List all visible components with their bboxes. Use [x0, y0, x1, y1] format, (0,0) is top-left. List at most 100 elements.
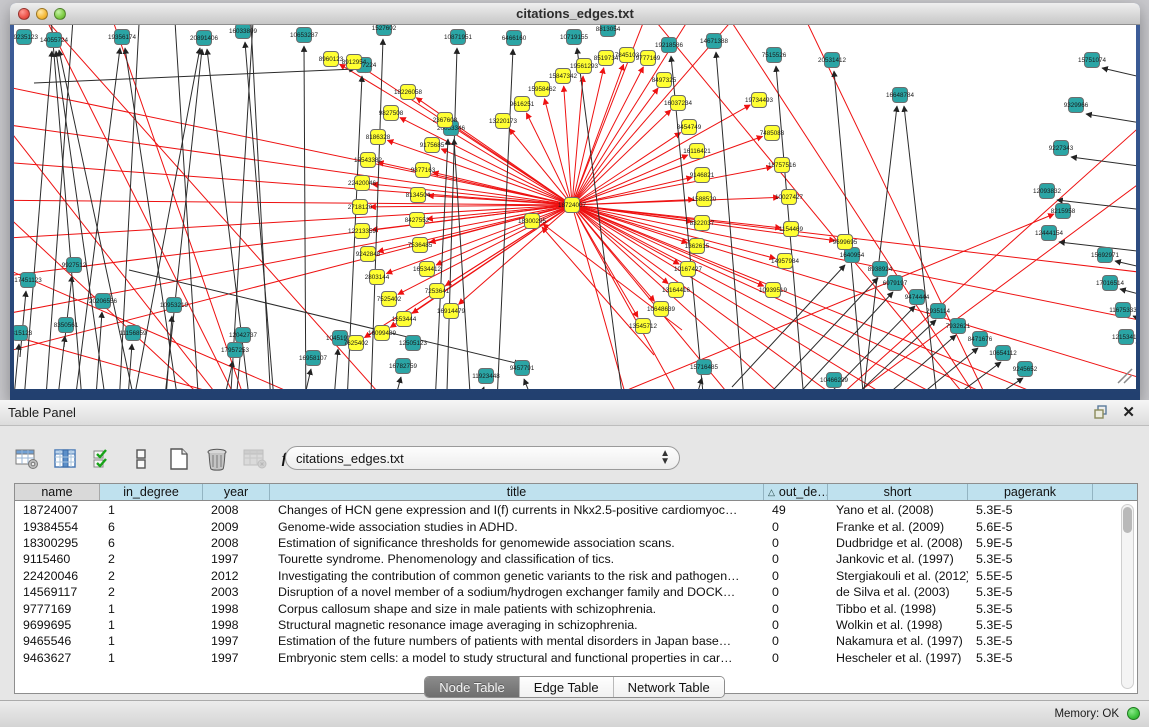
cell[interactable]: 18724007	[15, 502, 100, 518]
cell[interactable]: 0	[764, 535, 828, 551]
cell[interactable]: de Silva et al. (2003)	[828, 584, 968, 600]
network-canvas[interactable]: 1923512314055724193561742089140616033809…	[14, 25, 1136, 389]
cell[interactable]: 5.3E-5	[968, 502, 1093, 518]
cell[interactable]: Estimation of the future numbers of pati…	[270, 633, 764, 649]
column-header-name[interactable]: name	[15, 484, 100, 500]
cell[interactable]: Nakamura et al. (1997)	[828, 633, 968, 649]
cell[interactable]: 0	[764, 633, 828, 649]
cell[interactable]: 2	[100, 584, 203, 600]
table-dropdown[interactable]: citations_edges.txt ▲▼	[285, 446, 680, 470]
cell[interactable]: 5.3E-5	[968, 551, 1093, 567]
cell[interactable]: 19384554	[15, 518, 100, 534]
table-row[interactable]: 977716911998Corpus callosum shape and si…	[15, 600, 1120, 616]
cell[interactable]: 1997	[203, 633, 270, 649]
table-row[interactable]: 2242004622012Investigating the contribut…	[15, 568, 1120, 584]
float-panel-icon[interactable]	[1094, 405, 1109, 420]
resize-grip-icon[interactable]	[1118, 369, 1132, 383]
cell[interactable]: 0	[764, 568, 828, 584]
cell[interactable]: 5.3E-5	[968, 633, 1093, 649]
cell[interactable]: 6	[100, 535, 203, 551]
cell[interactable]: Genome-wide association studies in ADHD.	[270, 518, 764, 534]
cell[interactable]: Structural magnetic resonance image aver…	[270, 617, 764, 633]
cell[interactable]: Yano et al. (2008)	[828, 502, 968, 518]
table-row[interactable]: 1456911722003Disruption of a novel membe…	[15, 584, 1120, 600]
cell[interactable]: 5.9E-5	[968, 535, 1093, 551]
table-row[interactable]: 1872400712008Changes of HCN gene express…	[15, 502, 1120, 518]
cell[interactable]: 49	[764, 502, 828, 518]
cell[interactable]: 9465546	[15, 633, 100, 649]
tab-edge-table[interactable]: Edge Table	[520, 677, 614, 697]
merge-rows-icon[interactable]	[128, 446, 154, 472]
cell[interactable]: 5.3E-5	[968, 600, 1093, 616]
cell[interactable]: 14569117	[15, 584, 100, 600]
citation-network-graph[interactable]: 1923512314055724193561742089140616033809…	[14, 25, 1136, 389]
cell[interactable]: 0	[764, 600, 828, 616]
column-header-short[interactable]: short	[828, 484, 968, 500]
table-row[interactable]: 1830029562008Estimation of significance …	[15, 535, 1120, 551]
cell[interactable]: 2009	[203, 518, 270, 534]
cell[interactable]: 1	[100, 600, 203, 616]
new-table-icon[interactable]	[166, 446, 192, 472]
cell[interactable]: 0	[764, 650, 828, 666]
cell[interactable]: Tourette syndrome. Phenomenology and cla…	[270, 551, 764, 567]
cell[interactable]: 5.3E-5	[968, 650, 1093, 666]
column-header-in_degree[interactable]: in_degree	[100, 484, 203, 500]
cell[interactable]: 1998	[203, 600, 270, 616]
cell[interactable]: 22420046	[15, 568, 100, 584]
cell[interactable]: 5.3E-5	[968, 584, 1093, 600]
table-settings-icon[interactable]	[14, 446, 40, 472]
select-rows-check-icon[interactable]	[90, 446, 116, 472]
cell[interactable]: 1997	[203, 551, 270, 567]
table-row[interactable]: 969969511998Structural magnetic resonanc…	[15, 617, 1120, 633]
cell[interactable]: Changes of HCN gene expression and I(f) …	[270, 502, 764, 518]
cell[interactable]: 2	[100, 568, 203, 584]
table-row[interactable]: 1938455462009Genome-wide association stu…	[15, 518, 1120, 534]
cell[interactable]: 0	[764, 518, 828, 534]
cell[interactable]: 6	[100, 518, 203, 534]
tab-node-table[interactable]: Node Table	[425, 677, 520, 697]
column-header-year[interactable]: year	[203, 484, 270, 500]
cell[interactable]: Wolkin et al. (1998)	[828, 617, 968, 633]
cell[interactable]: 2008	[203, 502, 270, 518]
cell[interactable]: Estimation of significance thresholds fo…	[270, 535, 764, 551]
cell[interactable]: 1	[100, 502, 203, 518]
tab-network-table[interactable]: Network Table	[614, 677, 724, 697]
cell[interactable]: 0	[764, 551, 828, 567]
cell[interactable]: Stergiakouli et al. (2012)	[828, 568, 968, 584]
close-panel-icon[interactable]: ✕	[1122, 403, 1135, 421]
table-row[interactable]: 946554611997Estimation of the future num…	[15, 633, 1120, 649]
cell[interactable]: Dudbridge et al. (2008)	[828, 535, 968, 551]
cell[interactable]: 2003	[203, 584, 270, 600]
cell[interactable]: 5.3E-5	[968, 617, 1093, 633]
cell[interactable]: 9463627	[15, 650, 100, 666]
cell[interactable]: Hescheler et al. (1997)	[828, 650, 968, 666]
delete-table-trash-icon[interactable]	[204, 446, 230, 472]
cell[interactable]: 1	[100, 650, 203, 666]
table-row[interactable]: 946362711997Embryonic stem cells: a mode…	[15, 650, 1120, 666]
cell[interactable]: 5.5E-5	[968, 568, 1093, 584]
cell[interactable]: 0	[764, 617, 828, 633]
cell[interactable]: Embryonic stem cells: a model to study s…	[270, 650, 764, 666]
cell[interactable]: 2012	[203, 568, 270, 584]
cell[interactable]: 9699695	[15, 617, 100, 633]
cell[interactable]: Corpus callosum shape and size in male p…	[270, 600, 764, 616]
cell[interactable]: 1998	[203, 617, 270, 633]
table-row[interactable]: 911546021997Tourette syndrome. Phenomeno…	[15, 551, 1120, 567]
cell[interactable]: 9115460	[15, 551, 100, 567]
cell[interactable]: 1	[100, 633, 203, 649]
cell[interactable]: 2	[100, 551, 203, 567]
column-header-title[interactable]: title	[270, 484, 764, 500]
cell[interactable]: 1	[100, 617, 203, 633]
cell[interactable]: 2008	[203, 535, 270, 551]
window-titlebar[interactable]: citations_edges.txt	[10, 3, 1140, 25]
cell[interactable]: Investigating the contribution of common…	[270, 568, 764, 584]
scrollbar-thumb[interactable]	[1123, 507, 1132, 533]
column-header-out_de[interactable]: △out_de…	[764, 484, 828, 500]
cell[interactable]: Tibbo et al. (1998)	[828, 600, 968, 616]
import-table-disabled-icon[interactable]	[242, 446, 268, 472]
select-column-icon[interactable]	[52, 446, 78, 472]
column-header-pagerank[interactable]: pagerank	[968, 484, 1093, 500]
vertical-scrollbar[interactable]	[1121, 504, 1134, 689]
cell[interactable]: 5.6E-5	[968, 518, 1093, 534]
cell[interactable]: 9777169	[15, 600, 100, 616]
